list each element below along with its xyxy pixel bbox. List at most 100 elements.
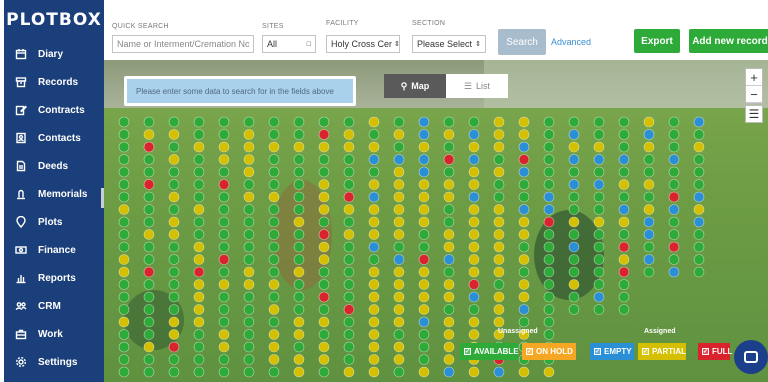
plot-marker[interactable]	[118, 166, 130, 178]
plot-marker[interactable]	[568, 229, 580, 240]
plot-marker[interactable]	[293, 254, 305, 265]
plot-marker[interactable]	[443, 266, 455, 278]
plot-marker[interactable]	[368, 366, 380, 378]
plot-marker[interactable]	[343, 129, 355, 140]
plot-marker[interactable]	[293, 204, 305, 215]
plot-marker[interactable]	[518, 266, 530, 278]
plot-marker[interactable]	[143, 354, 155, 365]
plot-marker[interactable]	[418, 154, 430, 165]
plot-marker[interactable]	[418, 141, 430, 153]
cemetery-map[interactable]: Please enter some data to search for in …	[104, 60, 768, 382]
plot-marker[interactable]	[493, 241, 505, 253]
plot-marker[interactable]	[593, 154, 605, 165]
plot-marker[interactable]	[368, 304, 380, 315]
plot-marker[interactable]	[393, 279, 405, 290]
plot-marker[interactable]	[443, 204, 455, 215]
plot-marker[interactable]	[343, 266, 355, 278]
plot-marker[interactable]	[643, 191, 655, 203]
plot-marker[interactable]	[268, 279, 280, 290]
plot-marker[interactable]	[368, 166, 380, 178]
plot-marker[interactable]	[318, 304, 330, 315]
sidebar-item-settings[interactable]: Settings	[4, 348, 104, 376]
plot-marker[interactable]	[293, 241, 305, 253]
plot-marker[interactable]	[618, 241, 630, 253]
plot-marker[interactable]	[693, 266, 705, 278]
plot-marker[interactable]	[118, 216, 130, 228]
plot-marker[interactable]	[268, 154, 280, 165]
plot-marker[interactable]	[168, 279, 180, 290]
plot-marker[interactable]	[593, 216, 605, 228]
plot-marker[interactable]	[193, 241, 205, 253]
sidebar-item-reports[interactable]: Reports	[4, 264, 104, 292]
plot-marker[interactable]	[418, 329, 430, 340]
plot-marker[interactable]	[118, 116, 130, 128]
plot-marker[interactable]	[518, 316, 530, 328]
plot-marker[interactable]	[218, 241, 230, 253]
plot-marker[interactable]	[168, 129, 180, 140]
search-button[interactable]: Search	[498, 29, 546, 55]
plot-marker[interactable]	[368, 341, 380, 353]
plot-marker[interactable]	[493, 216, 505, 228]
plot-marker[interactable]	[418, 129, 430, 140]
plot-marker[interactable]	[118, 129, 130, 140]
plot-marker[interactable]	[443, 191, 455, 203]
plot-marker[interactable]	[293, 279, 305, 290]
plot-marker[interactable]	[343, 216, 355, 228]
plot-marker[interactable]	[218, 266, 230, 278]
plot-marker[interactable]	[618, 191, 630, 203]
plot-marker[interactable]	[418, 366, 430, 378]
plot-marker[interactable]	[243, 266, 255, 278]
plot-marker[interactable]	[193, 266, 205, 278]
plot-marker[interactable]	[218, 341, 230, 353]
plot-marker[interactable]	[568, 129, 580, 140]
plot-marker[interactable]	[643, 216, 655, 228]
plot-marker[interactable]	[193, 341, 205, 353]
plot-marker[interactable]	[393, 254, 405, 265]
plot-marker[interactable]	[518, 291, 530, 303]
plot-marker[interactable]	[143, 291, 155, 303]
plot-marker[interactable]	[443, 154, 455, 165]
plot-marker[interactable]	[693, 116, 705, 128]
plot-marker[interactable]	[693, 129, 705, 140]
plot-marker[interactable]	[368, 279, 380, 290]
plot-marker[interactable]	[218, 304, 230, 315]
plot-marker[interactable]	[443, 366, 455, 378]
zoom-in-button[interactable]: +	[746, 69, 762, 86]
plot-marker[interactable]	[393, 329, 405, 340]
plot-marker[interactable]	[168, 241, 180, 253]
plot-marker[interactable]	[118, 179, 130, 190]
plot-marker[interactable]	[568, 141, 580, 153]
plot-marker[interactable]	[118, 329, 130, 340]
plot-marker[interactable]	[518, 366, 530, 378]
legend-full-toggle[interactable]: ✓ FULL	[698, 343, 732, 360]
plot-marker[interactable]	[593, 166, 605, 178]
plot-marker[interactable]	[393, 141, 405, 153]
plot-marker[interactable]	[343, 254, 355, 265]
plot-marker[interactable]	[393, 129, 405, 140]
plot-marker[interactable]	[193, 141, 205, 153]
plot-marker[interactable]	[168, 191, 180, 203]
plot-marker[interactable]	[593, 129, 605, 140]
plot-marker[interactable]	[568, 279, 580, 290]
section-select[interactable]: Please Select ⇕	[412, 35, 486, 53]
plot-marker[interactable]	[368, 354, 380, 365]
plot-marker[interactable]	[268, 229, 280, 240]
plot-marker[interactable]	[343, 366, 355, 378]
plot-marker[interactable]	[393, 116, 405, 128]
plot-marker[interactable]	[593, 279, 605, 290]
plot-marker[interactable]	[343, 304, 355, 315]
plot-marker[interactable]	[418, 191, 430, 203]
plot-marker[interactable]	[193, 116, 205, 128]
plot-marker[interactable]	[343, 141, 355, 153]
plot-marker[interactable]	[218, 191, 230, 203]
plot-marker[interactable]	[593, 254, 605, 265]
plot-marker[interactable]	[118, 154, 130, 165]
plot-marker[interactable]	[618, 154, 630, 165]
plot-marker[interactable]	[618, 254, 630, 265]
plot-marker[interactable]	[693, 229, 705, 240]
plot-marker[interactable]	[493, 204, 505, 215]
plot-marker[interactable]	[543, 141, 555, 153]
plot-marker[interactable]	[318, 141, 330, 153]
plot-marker[interactable]	[343, 241, 355, 253]
plot-marker[interactable]	[318, 329, 330, 340]
